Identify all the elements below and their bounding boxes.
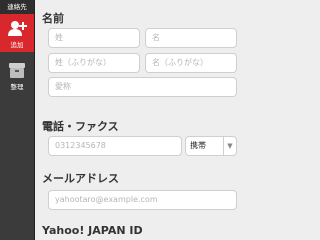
section-title-phone: 電話・ファクス <box>42 120 119 133</box>
sidebar-item-organize[interactable]: 整理 <box>0 56 34 94</box>
section-title-yahoo-id: Yahoo! JAPAN ID <box>42 224 143 237</box>
add-user-icon <box>8 21 27 36</box>
contact-form: 名前 姓 名 姓（ふりがな） 名（ふりがな） 愛称 電話・ファクス 031234… <box>35 0 240 240</box>
sidebar: 連絡先 追加 整理 <box>0 0 35 240</box>
last-name-input[interactable]: 姓 <box>48 28 140 48</box>
sidebar-header: 連絡先 <box>0 0 34 14</box>
phone-type-value: 携帯 <box>190 141 206 150</box>
sidebar-item-label: 整理 <box>10 83 24 91</box>
chevron-down-icon: ▼ <box>223 137 236 155</box>
first-name-kana-input[interactable]: 名（ふりがな） <box>145 53 237 73</box>
nickname-input[interactable]: 愛称 <box>48 77 237 97</box>
first-name-input[interactable]: 名 <box>145 28 237 48</box>
sidebar-item-add[interactable]: 追加 <box>0 14 34 52</box>
section-title-email: メールアドレス <box>42 172 119 185</box>
email-input[interactable]: yahootaro@example.com <box>48 190 237 210</box>
last-name-kana-input[interactable]: 姓（ふりがな） <box>48 53 140 73</box>
phone-type-select[interactable]: 携帯 ▼ <box>185 136 237 156</box>
archive-box-icon <box>9 63 25 78</box>
sidebar-item-label: 追加 <box>10 41 24 49</box>
phone-input[interactable]: 0312345678 <box>48 136 182 156</box>
section-title-name: 名前 <box>42 12 64 25</box>
